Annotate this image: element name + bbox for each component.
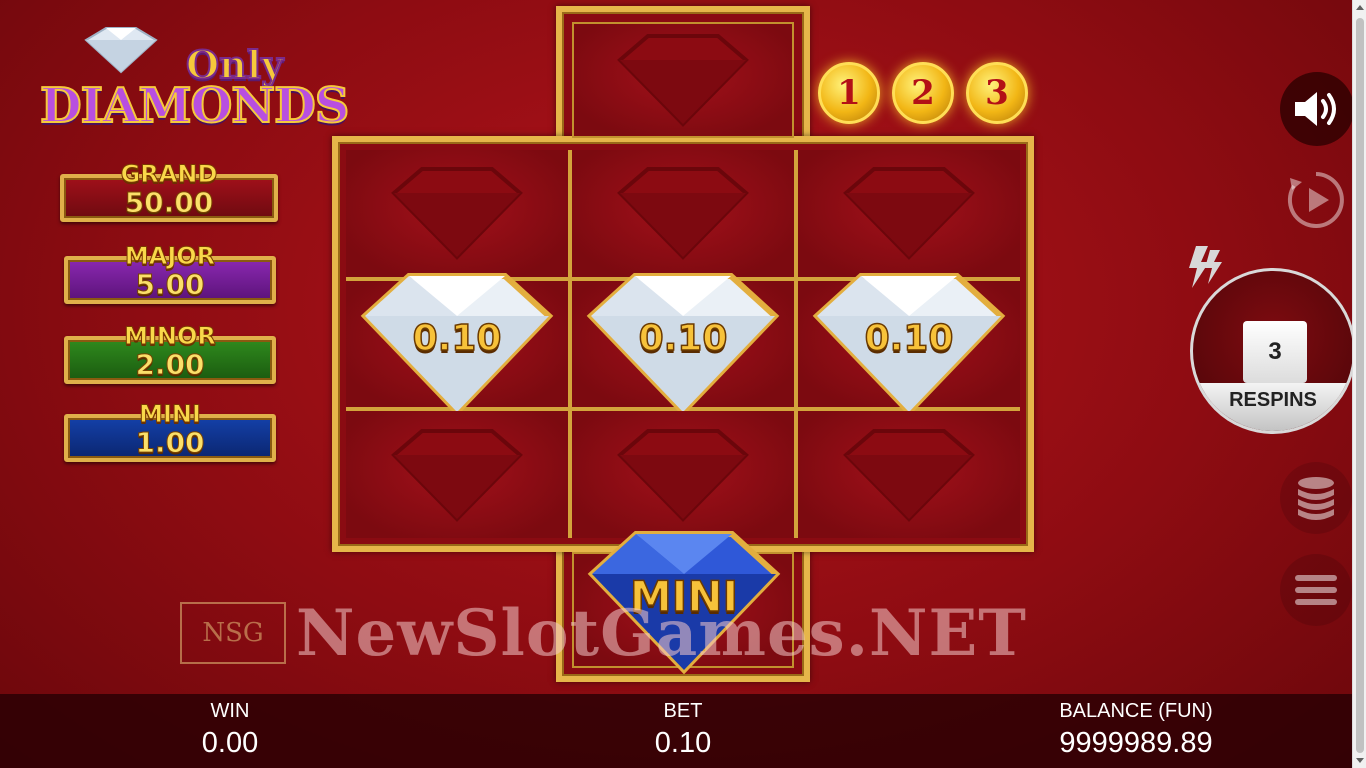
- empty-gem-icon: [391, 167, 523, 261]
- jackpot-major-value: 5.00: [135, 267, 205, 301]
- balance-value: 9999989.89: [1059, 727, 1213, 759]
- balance-label: BALANCE (FUN): [1059, 700, 1213, 722]
- white-diamond-symbol: 0.10: [585, 272, 781, 416]
- grid-cell: [572, 150, 794, 277]
- menu-button[interactable]: [1280, 554, 1352, 626]
- logo-diamond-icon: [84, 27, 158, 74]
- grid-cell: [572, 411, 794, 538]
- sound-button[interactable]: [1280, 72, 1354, 146]
- empty-gem-icon: [843, 428, 975, 522]
- jackpot-major-label: MAJOR: [124, 242, 216, 271]
- jackpot-mini-value: 1.00: [135, 425, 205, 459]
- respin-coin-1: 1: [818, 62, 880, 124]
- grid-cell: [346, 150, 568, 277]
- bet-settings-button[interactable]: [1280, 462, 1352, 534]
- respins-label: RESPINS: [1229, 389, 1317, 411]
- win-label: WIN: [210, 700, 250, 722]
- grid-cell: [346, 411, 568, 538]
- grid-cell: [798, 411, 1020, 538]
- white-diamond-symbol: 0.10: [359, 272, 555, 416]
- jackpot-major: 5.00 MAJOR: [64, 242, 276, 304]
- bet-label: BET: [663, 700, 703, 722]
- coin-number: 2: [911, 73, 935, 113]
- hamburger-menu-icon: [1295, 575, 1337, 605]
- speaker-icon: [1295, 92, 1336, 126]
- jackpot-grand-label: GRAND: [120, 160, 218, 189]
- reel-grid: 0.10 0.10 0.10: [346, 150, 1020, 538]
- jackpot-minor-label: MINOR: [124, 322, 217, 351]
- white-diamond-symbol: 0.10: [811, 272, 1007, 416]
- watermark-text: NewSlotGames.NET: [296, 595, 1027, 671]
- watermark-logo: NSG: [180, 602, 286, 664]
- logo-text-diamonds: DIAMONDS: [39, 77, 350, 135]
- respins-counter: 3 RESPINS: [1190, 268, 1356, 434]
- diamond-value: 0.10: [864, 317, 954, 360]
- grid-cell-diamond: 0.10: [798, 272, 1020, 416]
- scrollbar-thumb[interactable]: [1356, 18, 1364, 753]
- autoplay-icon: [1287, 172, 1344, 228]
- bet-value: 0.10: [654, 727, 712, 759]
- scroll-down-icon[interactable]: [1356, 758, 1364, 763]
- game-logo: Only DIAMONDS: [36, 20, 350, 135]
- scroll-up-icon[interactable]: [1356, 5, 1364, 10]
- jackpot-minor: 2.00 MINOR: [64, 322, 276, 384]
- win-value: 0.00: [201, 727, 259, 759]
- jackpot-mini-label: MINI: [139, 400, 202, 429]
- jackpot-mini: 1.00 MINI: [64, 400, 276, 462]
- coin-stack-icon: [1298, 477, 1334, 520]
- diamond-value: 0.10: [412, 317, 502, 360]
- balance-display: BALANCE (FUN) 9999989.89: [1020, 700, 1252, 760]
- grid-cell-diamond: 0.10: [572, 272, 794, 416]
- bottom-info-bar: WIN 0.00 BET 0.10 BALANCE (FUN) 9999989.…: [0, 694, 1352, 768]
- page-scrollbar[interactable]: [1352, 0, 1366, 768]
- autoplay-button[interactable]: [1284, 168, 1348, 232]
- respin-coin-2: 2: [892, 62, 954, 124]
- grid-cell-diamond: 0.10: [346, 272, 568, 416]
- empty-gem-icon: [617, 428, 749, 522]
- respins-count: 3: [1243, 321, 1307, 383]
- jackpot-minor-value: 2.00: [135, 347, 205, 381]
- respins-band: RESPINS: [1193, 383, 1353, 431]
- empty-gem-icon: [391, 428, 523, 522]
- win-display: WIN 0.00: [170, 700, 290, 760]
- lightning-icon: [1189, 246, 1222, 288]
- respin-coin-3: 3: [966, 62, 1028, 124]
- diamond-value: 0.10: [638, 317, 728, 360]
- coin-number: 1: [837, 73, 861, 113]
- grid-cell-top: [572, 22, 794, 138]
- bet-display[interactable]: BET 0.10: [623, 700, 743, 760]
- jackpot-grand: 50.00 GRAND: [60, 160, 278, 222]
- grid-cell: [798, 150, 1020, 277]
- empty-gem-icon: [843, 167, 975, 261]
- jackpot-grand-value: 50.00: [124, 185, 214, 219]
- watermark: NSG NewSlotGames.NET: [180, 595, 1180, 671]
- coin-number: 3: [985, 73, 1009, 113]
- empty-gem-icon: [617, 167, 749, 261]
- empty-gem-icon: [617, 34, 749, 127]
